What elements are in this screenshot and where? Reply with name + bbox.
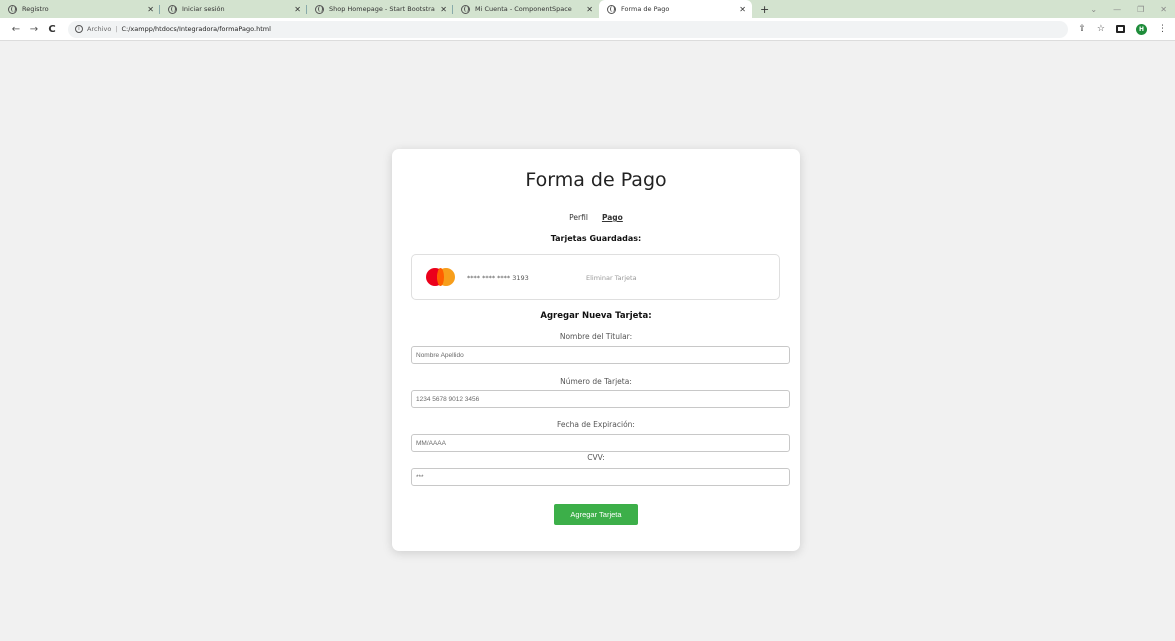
globe-icon [8, 4, 17, 14]
close-icon[interactable]: ✕ [586, 5, 593, 14]
address-bar: ← → C i Archivo | C:/xampp/htdocs/Integr… [0, 18, 1175, 41]
tab-mi-cuenta[interactable]: Mi Cuenta - ComponentSpace ✕ [453, 0, 599, 18]
profile-avatar[interactable]: H [1136, 23, 1147, 35]
star-icon[interactable]: ☆ [1097, 24, 1105, 34]
globe-icon [607, 4, 616, 14]
saved-card-number: **** **** **** 3193 [467, 274, 529, 282]
holder-label: Nombre del Titular: [559, 332, 633, 341]
payment-card-panel: Forma de Pago Perfil Pago Tarjetas Guard… [392, 149, 800, 551]
tab-forma-de-pago[interactable]: Forma de Pago ✕ [599, 0, 752, 18]
holder-name-input[interactable] [411, 346, 790, 364]
share-icon[interactable]: ⇪ [1078, 24, 1086, 34]
tab-shop-homepage[interactable]: Shop Homepage - Start Bootstra ✕ [307, 0, 453, 18]
close-icon[interactable]: ✕ [440, 5, 447, 14]
close-icon[interactable]: ✕ [294, 5, 301, 14]
close-icon[interactable]: ✕ [739, 5, 746, 14]
expiry-date-input[interactable] [411, 434, 790, 452]
tab-strip: Registro ✕ Iniciar sesión ✕ Shop Homepag… [0, 0, 1175, 18]
close-icon[interactable]: ✕ [147, 5, 154, 14]
new-tab-button[interactable]: + [752, 0, 777, 18]
minimize-icon[interactable]: — [1113, 5, 1121, 14]
browser-tools: ⇪ ☆ H ⋮ [1078, 23, 1175, 35]
tab-label: Shop Homepage - Start Bootstra [329, 5, 435, 13]
tab-label: Registro [22, 5, 49, 13]
url-field[interactable]: i Archivo | C:/xampp/htdocs/Integradora/… [68, 20, 1068, 38]
tab-iniciar-sesion[interactable]: Iniciar sesión ✕ [160, 0, 307, 18]
side-panel-icon[interactable] [1116, 25, 1125, 33]
cvv-input[interactable] [411, 468, 790, 486]
close-window-icon[interactable]: ✕ [1160, 5, 1167, 14]
card-number-label: Número de Tarjeta: [560, 377, 632, 386]
mastercard-icon [426, 268, 456, 286]
back-icon[interactable]: ← [8, 24, 24, 35]
url-origin: Archivo [87, 25, 112, 33]
saved-card-item: **** **** **** 3193 Eliminar Tarjeta [411, 254, 780, 300]
reload-icon[interactable]: C [44, 24, 60, 35]
globe-icon [315, 4, 324, 14]
remove-card-link[interactable]: Eliminar Tarjeta [586, 274, 637, 282]
card-number-input[interactable] [411, 390, 790, 408]
tab-label: Forma de Pago [621, 5, 670, 13]
tab-label: Iniciar sesión [182, 5, 225, 13]
tab-registro[interactable]: Registro ✕ [0, 0, 160, 18]
page-title: Forma de Pago [525, 169, 667, 191]
tab-label: Mi Cuenta - ComponentSpace [475, 5, 572, 13]
globe-icon [461, 4, 470, 14]
chevron-down-icon[interactable]: ⌄ [1090, 5, 1097, 14]
url-path: C:/xampp/htdocs/Integradora/formaPago.ht… [121, 25, 271, 33]
forward-icon[interactable]: → [26, 24, 42, 35]
cvv-label: CVV: [587, 453, 605, 462]
menu-icon[interactable]: ⋮ [1158, 24, 1167, 34]
restore-icon[interactable]: ❐ [1137, 5, 1144, 14]
globe-icon [168, 4, 177, 14]
add-card-button[interactable]: Agregar Tarjeta [554, 504, 638, 525]
expiry-label: Fecha de Expiración: [557, 420, 635, 429]
account-subnav: Perfil Pago [392, 213, 800, 222]
saved-cards-heading: Tarjetas Guardadas: [550, 234, 642, 243]
nav-profile-link[interactable]: Perfil [569, 213, 588, 222]
info-icon[interactable]: i [75, 25, 83, 33]
add-card-heading: Agregar Nueva Tarjeta: [540, 311, 652, 321]
window-controls: ⌄ — ❐ ✕ [1090, 0, 1175, 18]
nav-payment-link[interactable]: Pago [602, 213, 623, 222]
